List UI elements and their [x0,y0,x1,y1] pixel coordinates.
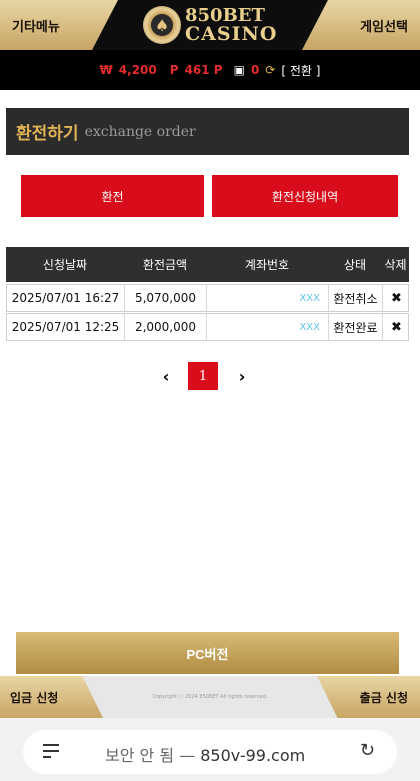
row-account: XXX [207,314,329,340]
deposit-label: 입금 신청 [10,690,59,705]
point-balance: 461 P [184,63,223,77]
col-amount: 환전금액 [142,258,188,272]
next-page-icon[interactable]: › [233,362,251,390]
browser-bar: 보안 안 됨 — 850v-99.com ↻ [0,718,420,781]
footer: 입금 신청 Copyright ⓒ 2024 850BET All rights… [0,676,420,718]
won-icon: ₩ [99,63,113,77]
deposit-request-button[interactable]: 입금 신청 [0,676,103,718]
row-amount: 2,000,000 [125,314,207,340]
current-page[interactable]: 1 [188,362,218,390]
row-status: 환전취소 [329,285,383,311]
tabs-icon[interactable] [43,744,59,760]
refresh-icon[interactable]: ⟳ [265,63,275,77]
logo-casino: CASINO [185,23,278,45]
delete-icon[interactable]: ✖ [383,285,410,311]
withdraw-label: 출금 신청 [359,690,408,705]
security-warning: 보안 안 됨 — [105,746,196,765]
etc-menu-button[interactable]: 기타메뉴 [0,0,118,50]
money-balance: 4,200 [118,63,157,77]
top-header: 기타메뉴 ♠ 850BET CASINO 게임선택 [0,0,420,50]
balance-bar: ₩ 4,200 P 461 P ▣ 0 ⟳ [ 전환 ] [0,50,420,90]
etc-menu-label: 기타메뉴 [12,19,60,35]
pc-version-button[interactable]: PC버전 [16,632,399,674]
row-date: 2025/07/01 16:27 [7,285,125,311]
copyright: Copyright ⓒ 2024 850BET All rights reser… [152,694,268,700]
game-select-button[interactable]: 게임선택 [302,0,420,50]
row-date: 2025/07/01 12:25 [7,314,125,340]
col-delete: 삭제 [384,258,407,272]
prev-page-icon[interactable]: ‹ [157,362,175,390]
exchange-history-button[interactable]: 환전신청내역 [212,175,398,217]
convert-button[interactable]: [ 전환 ] [281,62,320,79]
site-logo[interactable]: ♠ 850BET CASINO [143,5,283,45]
col-date: 신청날짜 [42,258,88,272]
table-header: 신청날짜 환전금액 계좌번호 상태 삭제 [6,247,409,282]
game-select-label: 게임선택 [360,19,408,35]
page-title: 환전하기 exchange order [6,108,409,155]
chip-balance: 0 [250,63,260,77]
url-text: 850v-99.com [200,746,306,765]
row-account: XXX [207,285,329,311]
withdraw-request-button[interactable]: 출금 신청 [317,676,420,718]
address-bar[interactable]: 보안 안 됨 — 850v-99.com ↻ [23,730,397,774]
delete-icon[interactable]: ✖ [383,314,410,340]
col-status: 상태 [343,258,367,272]
point-icon: P [169,63,179,77]
page-title-en: exchange order [84,123,196,140]
row-amount: 5,070,000 [125,285,207,311]
chip-icon: ▣ [233,63,245,77]
table-row: 2025/07/01 16:27 5,070,000 XXX 환전취소 ✖ [6,284,409,312]
col-account: 계좌번호 [244,258,290,272]
spade-chip-icon: ♠ [143,6,181,44]
exchange-button[interactable]: 환전 [21,175,204,217]
table-row: 2025/07/01 12:25 2,000,000 XXX 환전완료 ✖ [6,313,409,341]
reload-icon[interactable]: ↻ [360,740,375,761]
row-status: 환전완료 [329,314,383,340]
page-title-ko: 환전하기 [16,124,79,144]
